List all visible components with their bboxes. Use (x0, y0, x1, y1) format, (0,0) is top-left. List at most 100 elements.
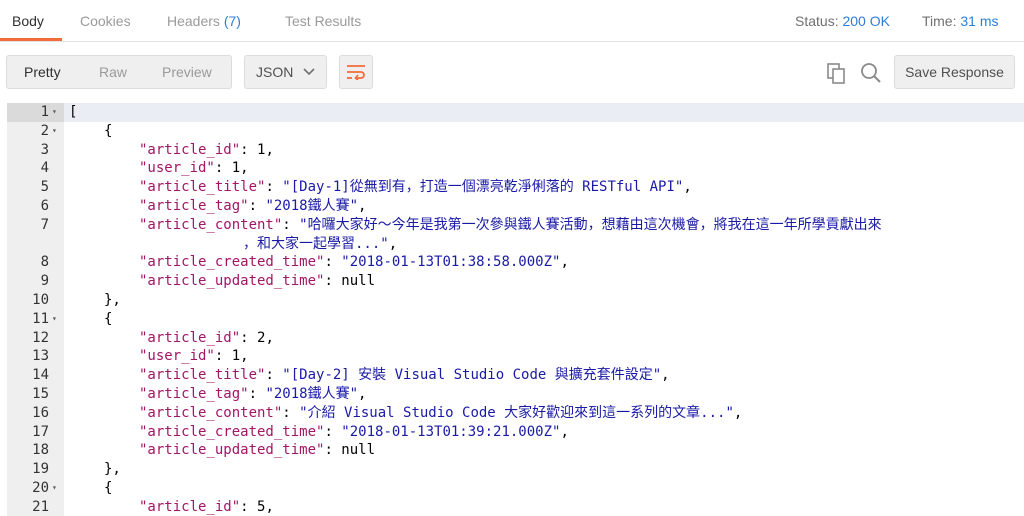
json-punctuation: , (661, 367, 670, 384)
json-punctuation: , (683, 179, 692, 196)
json-punctuation: , (265, 329, 274, 346)
code-line: 18 "article_updated_time": null (7, 441, 1024, 460)
line-number: 9 (40, 273, 49, 290)
status-label: Status: (795, 13, 839, 29)
response-body-editor[interactable]: 1 ▾[2 ▾{3 "article_id": 1, 4 "user_id": 1, 5 "a… (7, 103, 1024, 516)
line-number: 7 (40, 216, 49, 233)
line-number: 10 (32, 291, 49, 308)
code-text: "article_id": 5, (139, 498, 274, 516)
response-tab-bar: Body Cookies Headers (7) Test Results St… (0, 0, 1024, 42)
line-number: 13 (32, 348, 49, 365)
json-punctuation: }, (104, 461, 121, 478)
line-number: 4 (40, 160, 49, 177)
code-line: 16 "article_content": "介紹 Visual Studio C… (7, 404, 1024, 423)
line-number: 2 (40, 122, 49, 139)
view-preview-button[interactable]: Preview (162, 56, 212, 88)
save-response-button[interactable]: Save Response (894, 55, 1015, 89)
code-line: 13 "user_id": 1, (7, 347, 1024, 366)
headers-count-badge: (7) (223, 13, 241, 29)
tab-cookies[interactable]: Cookies (80, 0, 131, 41)
json-punctuation: }, (104, 291, 121, 308)
fold-toggle-icon[interactable]: ▾ (52, 310, 57, 329)
line-number: 14 (32, 367, 49, 384)
code-text: "article_updated_time": null (139, 441, 375, 460)
json-key: "article_title" (139, 179, 266, 196)
json-key: "article_tag" (139, 197, 249, 214)
json-punctuation: , (560, 423, 569, 440)
search-icon[interactable] (860, 62, 882, 84)
json-punctuation: : (214, 160, 232, 177)
code-text: "article_updated_time": null (139, 272, 375, 291)
copy-icon[interactable] (825, 62, 847, 84)
code-text: "article_created_time": "2018-01-13T01:3… (139, 423, 569, 442)
tab-body-label: Body (12, 13, 44, 29)
line-number: 17 (32, 423, 49, 440)
json-string: "[Day-2] 安裝 Visual Studio Code 與擴充套件設定" (282, 367, 662, 384)
json-punctuation: , (388, 235, 398, 252)
json-key: "article_title" (139, 367, 266, 384)
json-key: "article_updated_time" (139, 442, 325, 459)
json-key: "article_updated_time" (139, 273, 325, 290)
code-text: { (104, 479, 112, 498)
code-line: 11 ▾ { (7, 310, 1024, 329)
fold-toggle-icon[interactable]: ▾ (52, 122, 57, 141)
code-line: 2 ▾ { (7, 122, 1024, 141)
code-line: 21 "article_id": 5, (7, 498, 1024, 516)
code-line: 20 ▾ { (7, 479, 1024, 498)
response-status: Status: 200 OK (795, 0, 890, 42)
code-lines: 1 ▾[2 ▾{3 "article_id": 1, 4 "user_id": 1, 5 "a… (7, 103, 1024, 516)
json-key: "article_id" (139, 141, 241, 158)
json-punctuation: , (733, 404, 743, 421)
json-string: "介紹 Visual Studio Code 大家好歡迎來到這一系列的文章...… (299, 404, 734, 421)
json-punctuation: : (282, 404, 300, 421)
code-text: "user_id": 1, (139, 347, 249, 366)
line-number: 19 (32, 461, 49, 478)
code-line: 12 "article_id": 2, (7, 329, 1024, 348)
line-number: 20 (32, 479, 49, 496)
code-line: 6 "article_tag": "2018鐵人賽", (7, 197, 1024, 216)
code-line: 8 "article_created_time": "2018-01-13T01:… (7, 253, 1024, 272)
status-value[interactable]: 200 OK (842, 13, 889, 29)
fold-toggle-icon[interactable]: ▾ (52, 479, 57, 498)
format-dropdown[interactable]: JSON (244, 55, 327, 89)
code-line: 3 "article_id": 1, (7, 141, 1024, 160)
json-punctuation: , (240, 160, 249, 177)
time-value[interactable]: 31 ms (960, 13, 998, 29)
json-punctuation: : (324, 273, 342, 290)
line-number: 15 (32, 385, 49, 402)
tab-headers[interactable]: Headers (7) (167, 0, 241, 41)
wrapped-line: ，和大家一起學習...", (139, 235, 882, 254)
view-mode-switcher: Pretty Raw Preview (6, 55, 232, 89)
json-punctuation: : (282, 216, 300, 233)
chevron-down-icon (303, 68, 315, 76)
json-punctuation: : (214, 348, 232, 365)
tab-test-results[interactable]: Test Results (285, 0, 361, 41)
json-punctuation: { (104, 310, 113, 327)
code-text: "article_id": 1, (139, 141, 274, 160)
code-text: { (104, 122, 112, 141)
json-punctuation: , (560, 254, 569, 271)
json-key: "article_tag" (139, 385, 249, 402)
line-number: 6 (40, 197, 49, 214)
code-line: 14 "article_title": "[Day-2] 安裝 Visual St… (7, 366, 1024, 385)
code-line: 19}, (7, 460, 1024, 479)
json-punctuation: : (248, 385, 266, 402)
json-punctuation: , (265, 498, 274, 515)
json-punctuation: [ (69, 104, 78, 120)
line-number: 5 (40, 179, 49, 196)
json-punctuation: { (104, 479, 113, 496)
tab-body[interactable]: Body (12, 0, 44, 41)
code-text: }, (104, 460, 121, 479)
json-punctuation: : (324, 423, 342, 440)
view-pretty-button[interactable]: Pretty (24, 56, 61, 88)
json-punctuation: : (248, 197, 266, 214)
wrap-lines-button[interactable] (339, 55, 373, 89)
json-key: "article_id" (139, 498, 241, 515)
line-number: 18 (32, 442, 49, 459)
view-raw-button[interactable]: Raw (99, 56, 127, 88)
json-string: ，和大家一起學習..." (243, 235, 389, 252)
json-punctuation: , (358, 197, 367, 214)
fold-toggle-icon[interactable]: ▾ (52, 103, 57, 122)
json-string: "2018鐵人賽" (265, 385, 359, 402)
json-string: "2018鐵人賽" (265, 197, 359, 214)
